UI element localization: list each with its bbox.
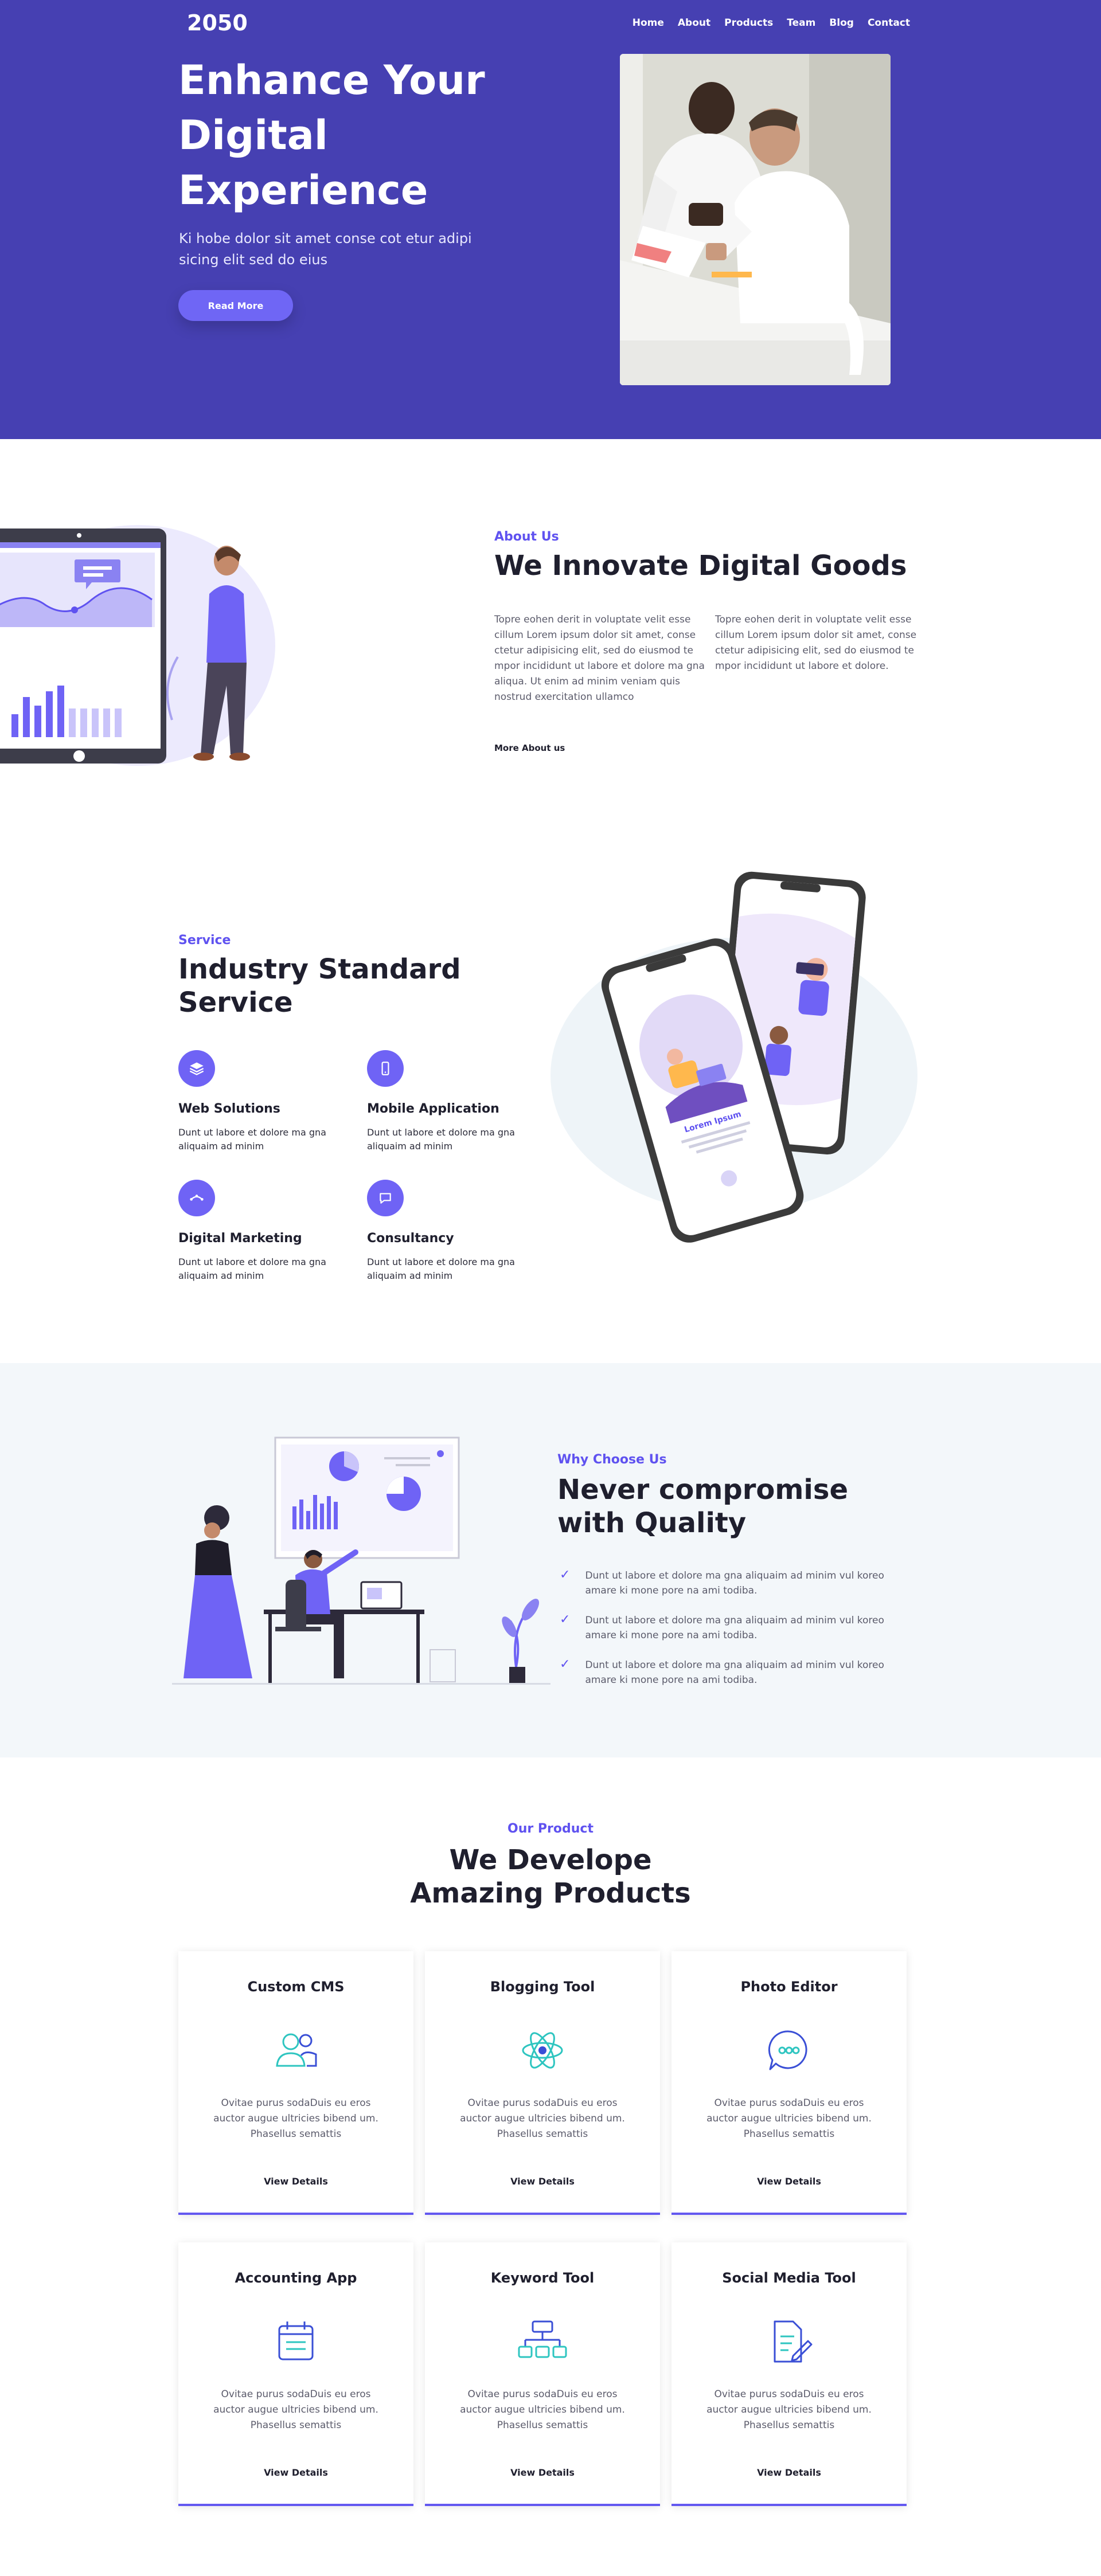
about-title: We Innovate Digital Goods xyxy=(494,550,907,582)
view-details-link[interactable]: View Details xyxy=(178,2467,413,2478)
about-eyebrow: About Us xyxy=(494,530,559,544)
mobile-application-text: Dunt ut labore et dolore ma gna aliquaim… xyxy=(367,1127,515,1152)
product-eyebrow: Our Product xyxy=(507,1822,594,1836)
card-title: Keyword Tool xyxy=(490,2270,595,2286)
card-text: Ovitae purus sodaDuis eu eros auctor aug… xyxy=(706,2389,872,2431)
web-solutions-text: Dunt ut labore et dolore ma gna aliquaim… xyxy=(178,1127,326,1152)
view-details-link[interactable]: View Details xyxy=(671,2467,907,2478)
service-title: Industry Standard Service xyxy=(178,953,461,1019)
view-details-link[interactable]: View Details xyxy=(425,2467,660,2478)
mobile-application-title: Mobile Application xyxy=(367,1102,499,1116)
product-card-keyword-tool[interactable]: Keyword Tool Ovitae purus sodaDuis eu er… xyxy=(425,2242,660,2506)
about-text-col1: Topre eohen derit in voluptate velit ess… xyxy=(494,614,705,703)
chat-bubble-icon xyxy=(768,2030,807,2070)
tablet-analytics-illustration xyxy=(0,525,275,766)
atom-icon xyxy=(522,2032,563,2069)
product-card-social-media-tool[interactable]: Social Media Tool Ovitae purus sodaDuis … xyxy=(671,2242,907,2506)
consultancy-title: Consultancy xyxy=(367,1231,454,1246)
why-choose-section: Why Choose Us Never compromise with Qual… xyxy=(0,1363,1101,1757)
more-about-link[interactable]: More About us xyxy=(494,743,565,753)
hero-photo xyxy=(620,54,891,385)
why-title: Never compromise with Quality xyxy=(557,1474,848,1539)
digital-marketing-title: Digital Marketing xyxy=(178,1231,302,1246)
mobile-app-icon-badge xyxy=(367,1050,404,1087)
about-text-col2: Topre eohen derit in voluptate velit ess… xyxy=(715,614,917,672)
web-solutions-title: Web Solutions xyxy=(178,1102,280,1116)
team-meeting-illustration xyxy=(620,54,891,385)
view-details-link[interactable]: View Details xyxy=(178,2176,413,2187)
nav-contact[interactable]: Contact xyxy=(861,17,910,29)
read-more-button[interactable]: Read More xyxy=(178,290,293,321)
card-text: Ovitae purus sodaDuis eu eros auctor aug… xyxy=(213,2097,378,2140)
nav-blog[interactable]: Blog xyxy=(822,17,861,29)
check-icon: ✓ xyxy=(560,1612,571,1627)
card-text: Ovitae purus sodaDuis eu eros auctor aug… xyxy=(460,2097,625,2140)
office-presentation-illustration xyxy=(172,1436,550,1685)
nav-team[interactable]: Team xyxy=(780,17,822,29)
why-point: ✓ Dunt ut labore et dolore ma gna aliqua… xyxy=(560,1568,912,1598)
card-title: Photo Editor xyxy=(740,1979,838,1995)
product-card-photo-editor[interactable]: Photo Editor Ovitae purus sodaDuis eu er… xyxy=(671,1951,907,2215)
hero-subtitle: Ki hobe dolor sit amet conse cot etur ad… xyxy=(179,230,472,268)
document-edit-icon xyxy=(774,2320,813,2363)
service-section: Service Industry Standard Service Web So… xyxy=(0,783,1101,1363)
chat-icon xyxy=(380,1193,391,1204)
consultancy-text: Dunt ut labore et dolore ma gna aliquaim… xyxy=(367,1256,515,1281)
view-details-link[interactable]: View Details xyxy=(425,2176,660,2187)
hero-title: Enhance Your Digital Experience xyxy=(178,57,485,214)
card-text: Ovitae purus sodaDuis eu eros auctor aug… xyxy=(213,2389,378,2431)
product-section: Our Product We Develope Amazing Products… xyxy=(0,1757,1101,2576)
product-card-accounting-app[interactable]: Accounting App Ovitae purus sodaDuis eu … xyxy=(178,2242,413,2506)
why-point: ✓ Dunt ut labore et dolore ma gna aliqua… xyxy=(560,1658,912,1688)
card-text: Ovitae purus sodaDuis eu eros auctor aug… xyxy=(460,2389,625,2431)
main-nav: Home About Products Team Blog Contact xyxy=(626,17,910,29)
nav-products[interactable]: Products xyxy=(717,17,780,29)
marketing-icon xyxy=(190,1195,204,1201)
sitemap-icon xyxy=(518,2320,567,2358)
product-card-custom-cms[interactable]: Custom CMS Ovitae purus sodaDuis eu eros… xyxy=(178,1951,413,2215)
product-card-blogging-tool[interactable]: Blogging Tool Ovitae purus sodaDuis eu e… xyxy=(425,1951,660,2215)
digital-marketing-text: Dunt ut labore et dolore ma gna aliquaim… xyxy=(178,1256,326,1281)
why-point: ✓ Dunt ut labore et dolore ma gna aliqua… xyxy=(560,1613,912,1643)
mobile-phones-illustration: Lorem Ipsum xyxy=(550,871,918,1243)
mobile-icon xyxy=(381,1062,389,1075)
about-section: About Us We Innovate Digital Goods Topre… xyxy=(0,439,1101,783)
site-logo[interactable]: 2050 xyxy=(187,10,248,36)
check-icon: ✓ xyxy=(560,1657,571,1671)
web-solutions-icon-badge xyxy=(178,1050,215,1087)
card-title: Custom CMS xyxy=(247,1979,345,1995)
layers-icon xyxy=(189,1062,204,1075)
check-icon: ✓ xyxy=(560,1568,571,1582)
view-details-link[interactable]: View Details xyxy=(671,2176,907,2187)
card-title: Blogging Tool xyxy=(490,1979,595,1995)
why-eyebrow: Why Choose Us xyxy=(557,1453,667,1467)
nav-about[interactable]: About xyxy=(671,17,717,29)
card-text: Ovitae purus sodaDuis eu eros auctor aug… xyxy=(706,2097,872,2140)
card-title: Accounting App xyxy=(235,2270,357,2286)
consultancy-icon-badge xyxy=(367,1180,404,1216)
card-title: Social Media Tool xyxy=(722,2270,856,2286)
product-title: We Develope Amazing Products xyxy=(410,1844,691,1909)
service-eyebrow: Service xyxy=(178,933,231,948)
users-icon xyxy=(276,2033,317,2067)
digital-marketing-icon-badge xyxy=(178,1180,215,1216)
nav-home[interactable]: Home xyxy=(626,17,671,29)
calendar-icon xyxy=(278,2321,314,2360)
hero-section: 2050 Home About Products Team Blog Conta… xyxy=(0,0,1101,439)
